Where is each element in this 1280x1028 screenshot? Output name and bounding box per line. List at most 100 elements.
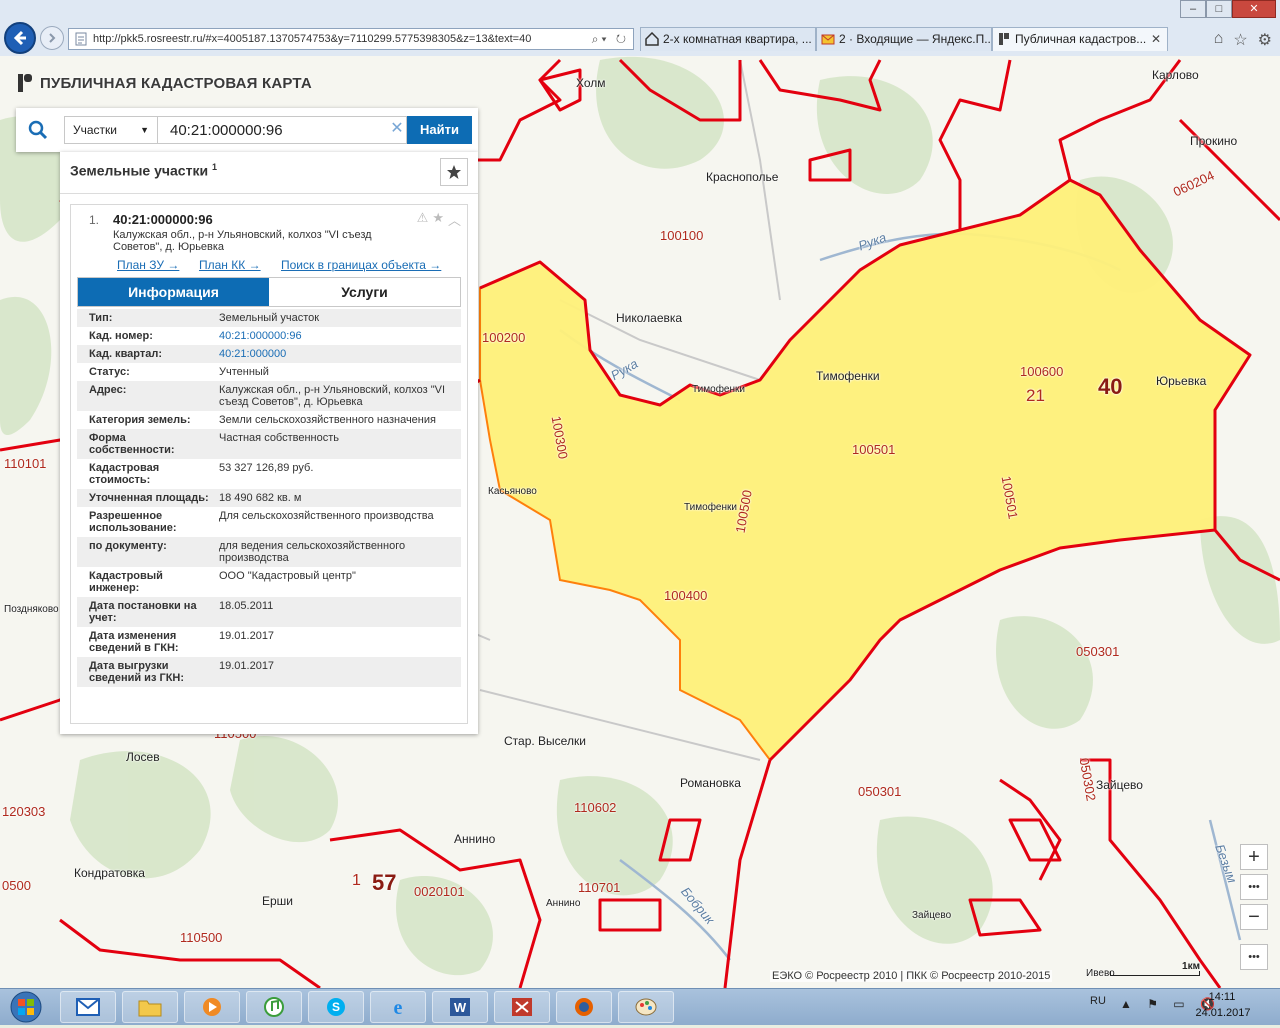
rosreestr-icon [999, 33, 1009, 45]
place-prokino: Прокино [1190, 134, 1238, 148]
code-050301: 050301 [1076, 644, 1120, 659]
taskbar-media-player[interactable] [184, 991, 240, 1023]
info-value[interactable]: 40:21:000000 [215, 345, 461, 363]
tab-apartment[interactable]: 2-х комнатная квартира, ... [640, 27, 816, 51]
info-key: Категория земель: [89, 414, 191, 426]
clock-time[interactable]: 14:11 [1192, 991, 1252, 1003]
tab-services[interactable]: Услуги [269, 278, 460, 306]
info-value: для ведения сельскохозяйственного произв… [215, 537, 461, 567]
clock-date[interactable]: 24.01.2017 [1188, 1007, 1258, 1019]
place-ershi: Ерши [262, 894, 294, 908]
taskbar-word[interactable]: W [432, 991, 488, 1023]
favorites-star-icon[interactable]: ☆ [1233, 30, 1247, 50]
info-key: Кад. номер: [89, 330, 153, 342]
forward-button[interactable] [40, 26, 64, 50]
close-window-button[interactable]: ✕ [1232, 0, 1276, 18]
info-key: Кад. квартал: [77, 345, 215, 363]
info-value: Земельный участок [215, 309, 461, 327]
star-icon[interactable]: ★ [432, 210, 444, 229]
zoom-menu-button[interactable]: ••• [1240, 874, 1268, 900]
url-text: http://pkk5.rosreestr.ru/#x=4005187.1370… [93, 33, 532, 45]
favorite-button[interactable] [440, 158, 468, 186]
taskbar-itunes[interactable] [246, 991, 302, 1023]
windows-logo-icon [10, 991, 42, 1023]
info-row: Кад. номер: 40:21:000000:96 [77, 327, 461, 345]
info-value: Калужская обл., р-н Ульяновский, колхоз … [215, 381, 461, 411]
browser-toolbar-icons: ⌂ ☆ ⚙ [1214, 30, 1272, 50]
info-key: по документу: [77, 537, 215, 567]
tab-cadastral-map[interactable]: Публичная кадастров... ✕ [992, 27, 1168, 51]
find-button[interactable]: Найти [407, 116, 472, 144]
code-100600: 100600 [1020, 364, 1064, 379]
info-row: Уточненная площадь: 18 490 682 кв. м [77, 489, 461, 507]
tab-yandex-mail[interactable]: 2 · Входящие — Яндекс.П... [816, 27, 992, 51]
taskbar-outlook[interactable] [60, 991, 116, 1023]
info-row: Тип: Земельный участок [77, 309, 461, 327]
scan-icon [512, 998, 532, 1016]
place-zaytsevo: Зайцево [1096, 778, 1143, 792]
info-row: Кад. квартал: 40:21:000000 [77, 345, 461, 363]
info-value-link[interactable]: 40:21:000000 [219, 348, 286, 360]
search-input[interactable] [157, 116, 407, 144]
info-row: Кадастровый инженер: ООО "Кадастровый цен… [77, 567, 461, 597]
object-type-select[interactable]: Участки ▼ [64, 116, 158, 144]
code-110602: 110602 [574, 800, 617, 815]
home-icon[interactable]: ⌂ [1214, 30, 1224, 50]
zoom-out-button[interactable]: − [1240, 904, 1268, 930]
taskbar-explorer[interactable] [122, 991, 178, 1023]
card-actions: ⚠ ★ ︿ [417, 210, 461, 229]
settings-gear-icon[interactable]: ⚙ [1258, 30, 1272, 50]
taskbar-firefox[interactable] [556, 991, 612, 1023]
warning-icon[interactable]: ⚠ [417, 210, 429, 229]
ie-icon: e [394, 997, 403, 1018]
info-value[interactable]: 40:21:000000:96 [215, 327, 461, 345]
back-button[interactable] [4, 22, 36, 54]
info-row: Разрешенное использование: Для сельскохоз… [77, 507, 461, 537]
minimize-button[interactable]: – [1180, 0, 1206, 18]
taskbar-ie[interactable]: e [370, 991, 426, 1023]
plan-kk-link[interactable]: План КК → [199, 258, 261, 272]
maximize-button[interactable]: □ [1206, 0, 1232, 18]
info-value: Земли сельскохозяйственного назначения [219, 414, 436, 426]
search-toggle[interactable] [16, 108, 60, 152]
info-value: 18.05.2011 [215, 597, 461, 627]
result-cad-number[interactable]: 40:21:000000:96 [113, 212, 213, 227]
code-120303: 120303 [2, 804, 46, 819]
app-title: ПУБЛИЧНАЯ КАДАСТРОВАЯ КАРТА [40, 74, 312, 92]
info-value-link[interactable]: 40:21:000000:96 [219, 330, 302, 342]
place-nikolaevka: Николаевка [616, 311, 683, 325]
code-110500: 110500 [180, 930, 223, 945]
address-actions[interactable]: ⌕▾ ↻ [592, 29, 629, 49]
mail-icon [821, 34, 835, 45]
code-100100: 100100 [660, 228, 704, 243]
close-tab-icon[interactable]: ✕ [1151, 28, 1161, 50]
zoom-in-button[interactable]: + [1240, 844, 1268, 870]
paint-icon [635, 998, 657, 1016]
outlook-icon [76, 998, 100, 1016]
tab-label: 2 · Входящие — Яндекс.П... [839, 32, 992, 46]
chevron-up-icon[interactable]: ︿ [448, 210, 461, 229]
code-0020101: 0020101 [414, 884, 465, 899]
search-within-link[interactable]: Поиск в границах объекта → [281, 258, 441, 272]
place-star-vyselki: Стар. Выселки [504, 734, 586, 748]
media-player-icon [203, 998, 221, 1016]
info-key: Кадастровый инженер: [89, 570, 163, 594]
card-tabs: Информация Услуги [77, 277, 461, 307]
plan-zu-link[interactable]: План ЗУ → [117, 258, 179, 272]
tab-label: 2-х комнатная квартира, ... [663, 32, 812, 46]
place-holm: Холм [576, 76, 606, 90]
tab-info[interactable]: Информация [78, 278, 269, 306]
star-icon [447, 165, 461, 179]
taskbar-paint[interactable] [618, 991, 674, 1023]
place-yuryevka: Юрьевка [1156, 374, 1207, 388]
start-button[interactable] [4, 991, 48, 1023]
language-indicator[interactable]: RU [1090, 995, 1106, 1007]
tab-label: Публичная кадастров... [1015, 32, 1147, 46]
address-bar[interactable]: http://pkk5.rosreestr.ru/#x=4005187.1370… [68, 28, 634, 50]
info-key: Форма собственности: [77, 429, 215, 459]
skype-icon: S [327, 998, 345, 1016]
taskbar-skype[interactable]: S [308, 991, 364, 1023]
taskbar-scan[interactable] [494, 991, 550, 1023]
clear-search-icon[interactable]: ✕ [388, 120, 406, 138]
more-button[interactable]: ••• [1240, 944, 1268, 970]
